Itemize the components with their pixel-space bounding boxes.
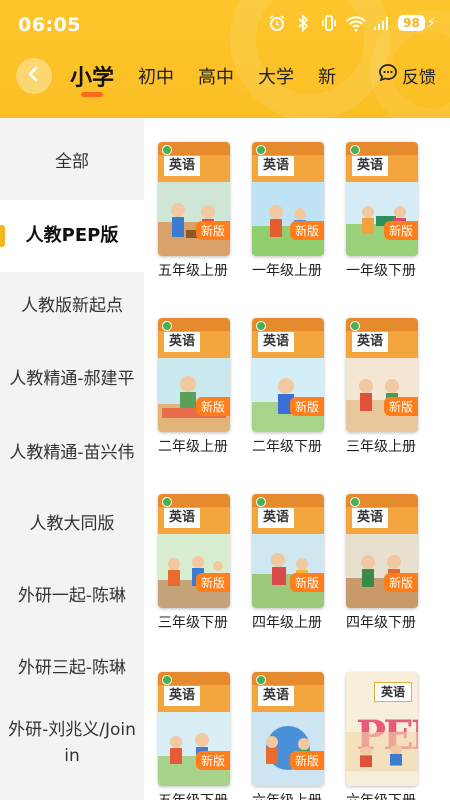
- sidebar-item-join-in[interactable]: 外研-刘兆义/Join in: [0, 708, 144, 778]
- book-cover: 英语 新版: [252, 318, 324, 432]
- book-title: 三年级上册: [346, 439, 416, 455]
- new-edition-badge: 新版: [383, 573, 418, 592]
- book-cover: 英语 新版: [252, 672, 324, 786]
- bluetooth-icon: [294, 13, 312, 33]
- status-bar: 06:05 98 ⚡: [0, 0, 450, 52]
- tab-partial[interactable]: 新: [318, 52, 336, 102]
- feedback-label: 反馈: [402, 68, 436, 88]
- book-cover: 英语 新版: [158, 672, 230, 786]
- back-button[interactable]: [16, 58, 52, 94]
- tab-primary[interactable]: 小学: [70, 52, 114, 102]
- book-cover: 英语 新版: [346, 318, 418, 432]
- new-edition-badge: 新版: [195, 397, 230, 416]
- book-cover: 英语 新版: [346, 142, 418, 256]
- cover-title: 英语: [258, 332, 294, 352]
- active-indicator: [0, 225, 5, 247]
- sidebar-item-label: 全部: [55, 152, 89, 172]
- sidebar-item-jingtong-miao[interactable]: 人教精通-苗兴伟: [0, 418, 144, 488]
- tab-university[interactable]: 大学: [258, 52, 294, 102]
- new-edition-badge: 新版: [383, 221, 418, 240]
- tab-senior-high[interactable]: 高中: [198, 52, 234, 102]
- sidebar-item-label: 外研三起-陈琳: [17, 658, 127, 678]
- book-title: 三年级下册: [158, 615, 228, 631]
- book-cover: 英语 新版: [346, 494, 418, 608]
- new-edition-badge: 新版: [289, 397, 324, 416]
- status-time: 06:05: [18, 14, 81, 36]
- book-title: 五年级下册: [158, 790, 234, 800]
- sidebar-item-label: 人教PEP版: [25, 225, 119, 246]
- sidebar-item-label: 人教大同版: [29, 514, 115, 534]
- book-title: 一年级上册: [252, 263, 322, 279]
- sidebar-item-new-start[interactable]: 人教版新起点: [0, 274, 144, 338]
- sidebar-item-jingtong-hao[interactable]: 人教精通-郝建平: [0, 344, 144, 414]
- sidebar-item-pep[interactable]: 人教PEP版: [0, 200, 144, 272]
- status-icons: 98 ⚡: [268, 13, 436, 33]
- book-title: 六年级上册: [252, 790, 328, 800]
- cover-title: 英语: [352, 508, 388, 528]
- sidebar-item-datong[interactable]: 人教大同版: [0, 492, 144, 556]
- book-cover: 英语 新版: [158, 142, 230, 256]
- signal-icon: [372, 14, 390, 32]
- cover-title: 英语: [164, 686, 200, 706]
- cover-title: 英语: [258, 156, 294, 176]
- active-tab-indicator: [81, 92, 103, 97]
- book-cover: 英语 新版: [252, 494, 324, 608]
- tab-label: 新: [318, 67, 337, 88]
- sidebar-item-label: 人教精通-苗兴伟: [9, 443, 135, 463]
- book-grid: 英语 新版 五年级上册 英语 新版 一年级上册 英语 新版 一年级下册 英语 新…: [144, 118, 450, 800]
- book-title: 四年级上册: [252, 615, 322, 631]
- cover-title: 英语: [164, 508, 200, 528]
- book-cover: 英语 新版: [158, 494, 230, 608]
- book-title: 六年级下册: [346, 790, 422, 800]
- back-icon: [26, 66, 42, 86]
- battery-icon: 98 ⚡: [398, 15, 436, 31]
- sidebar-item-label: 外研一起-陈琳: [17, 586, 127, 606]
- sidebar-item-all[interactable]: 全部: [0, 130, 144, 194]
- book-title: 四年级下册: [346, 615, 416, 631]
- cover-title: 英语: [352, 332, 388, 352]
- level-tabs: 小学 初中 高中 大学 新: [70, 52, 370, 102]
- new-edition-badge: 新版: [289, 221, 324, 240]
- new-edition-badge: 新版: [289, 573, 324, 592]
- book-title: 二年级下册: [252, 439, 322, 455]
- book-title: 二年级上册: [158, 439, 228, 455]
- nav-bar: 小学 初中 高中 大学 新 反馈: [0, 52, 450, 102]
- vibrate-icon: [320, 14, 338, 32]
- book-title: 五年级上册: [158, 263, 228, 279]
- tab-label: 小学: [70, 66, 115, 91]
- tab-label: 初中: [138, 67, 175, 88]
- feedback-button[interactable]: 反馈: [378, 63, 436, 88]
- new-edition-badge: 新版: [195, 221, 230, 240]
- sidebar-item-label: 外研-刘兆义/Join in: [8, 720, 136, 766]
- cover-title: 英语: [164, 156, 200, 176]
- cover-title: 英语: [164, 332, 200, 352]
- tab-label: 高中: [198, 67, 235, 88]
- cover-title: 英语: [258, 686, 294, 706]
- top-header: 06:05 98 ⚡ 小学 初中 高中 大学 新 反馈: [0, 0, 450, 118]
- sidebar-item-fltrp-3[interactable]: 外研三起-陈琳: [0, 636, 144, 700]
- sidebar-item-fltrp-1[interactable]: 外研一起-陈琳: [0, 564, 144, 628]
- sidebar-item-label: 人教精通-郝建平: [9, 369, 135, 389]
- sidebar-item-label: 人教版新起点: [21, 296, 123, 316]
- wifi-icon: [346, 14, 366, 32]
- feedback-icon: [378, 63, 398, 88]
- edition-sidebar: 全部 人教PEP版 人教版新起点 人教精通-郝建平 人教精通-苗兴伟 人教大同版…: [0, 118, 144, 800]
- cover-title: 英语: [352, 156, 388, 176]
- tab-label: 大学: [258, 67, 295, 88]
- alarm-icon: [268, 14, 286, 32]
- book-cover: 英语 PEP: [346, 672, 418, 786]
- cover-title: 英语: [374, 682, 412, 702]
- cover-title: 英语: [258, 508, 294, 528]
- battery-level: 98: [398, 15, 425, 31]
- book-cover: 英语 新版: [252, 142, 324, 256]
- new-edition-badge: 新版: [383, 397, 418, 416]
- book-title: 一年级下册: [346, 263, 416, 279]
- new-edition-badge: 新版: [195, 573, 230, 592]
- new-edition-badge: 新版: [195, 751, 230, 770]
- tab-junior-high[interactable]: 初中: [138, 52, 174, 102]
- new-edition-badge: 新版: [289, 751, 324, 770]
- book-cover: 英语 新版: [158, 318, 230, 432]
